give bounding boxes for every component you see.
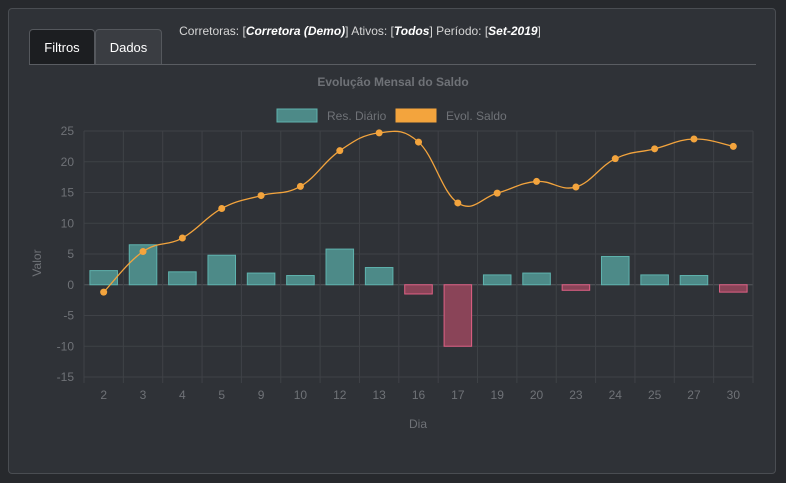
line-series [100, 129, 737, 296]
line-point [572, 183, 580, 191]
chart-title: Evolução Mensal do Saldo [317, 75, 468, 89]
x-tick-label: 19 [491, 388, 505, 402]
line-point [218, 204, 226, 212]
line-point [257, 192, 265, 200]
line-point [611, 155, 619, 163]
line-point [651, 145, 659, 153]
y-tick-label: -5 [63, 309, 74, 323]
bar [600, 255, 630, 286]
chart-grid [83, 130, 754, 383]
bar [443, 284, 473, 347]
bar [482, 274, 512, 286]
tab-dados[interactable]: Dados [95, 29, 162, 64]
line-point [454, 199, 462, 207]
x-tick-label: 17 [451, 388, 465, 402]
line-point [493, 189, 501, 197]
brokers-value: Corretora (Demo) [245, 24, 346, 38]
x-tick-label: 4 [179, 388, 186, 402]
legend-swatch-evol-saldo [395, 108, 437, 123]
y-tick-label: 0 [67, 278, 74, 292]
y-tick-label: -10 [57, 339, 75, 353]
line-point [336, 147, 344, 155]
line-point [690, 135, 698, 143]
saldo-chart: Evolução Mensal do Saldo Res. Diário Evol… [30, 75, 754, 431]
y-tick-label: 15 [61, 186, 75, 200]
x-tick-label: 16 [412, 388, 426, 402]
bar [640, 274, 669, 286]
bar [522, 272, 551, 286]
bar-series [89, 244, 748, 347]
chart-container: Evolução Mensal do Saldo Res. Diário Evol… [9, 69, 775, 439]
x-tick-label: 10 [294, 388, 308, 402]
assets-value: Todos [393, 24, 430, 38]
line-point [178, 234, 186, 242]
x-tick-label: 25 [648, 388, 662, 402]
line-point [296, 182, 304, 190]
y-tick-label: 5 [67, 247, 74, 261]
line-point [375, 129, 383, 137]
line-point [139, 248, 147, 256]
line-point [533, 177, 541, 185]
assets-label: Ativos: [348, 24, 391, 38]
period-label: Período: [432, 24, 485, 38]
x-tick-label: 5 [218, 388, 225, 402]
bar [246, 272, 276, 286]
bar [286, 275, 315, 286]
y-axis-label: Valor [30, 249, 44, 276]
line-point [729, 142, 737, 150]
bar [207, 254, 237, 286]
period-value: Set-2019 [488, 24, 538, 38]
tab-filtros[interactable]: Filtros [29, 29, 95, 64]
bar [168, 271, 197, 286]
x-tick-label: 2 [100, 388, 107, 402]
legend-label-evol-saldo: Evol. Saldo [446, 109, 507, 123]
x-axis-label: Dia [409, 417, 427, 431]
line-point [100, 288, 108, 296]
y-tick-label: 10 [61, 216, 75, 230]
x-tick-label: 13 [372, 388, 386, 402]
bar [89, 270, 118, 286]
x-tick-label: 30 [727, 388, 741, 402]
x-tick-label: 27 [687, 388, 701, 402]
bar [404, 284, 433, 295]
legend-label-res-diario: Res. Diário [327, 109, 387, 123]
brokers-label: Corretoras: [179, 24, 243, 38]
bar [719, 284, 748, 293]
bar [561, 284, 591, 291]
legend-swatch-res-diario [276, 108, 318, 123]
y-tick-label: -15 [57, 370, 75, 384]
main-panel: Corretoras: [Corretora (Demo)] Ativos: [… [8, 8, 776, 474]
bar [325, 248, 355, 286]
x-tick-label: 24 [609, 388, 623, 402]
y-tick-label: 25 [61, 124, 75, 138]
tab-divider [29, 64, 756, 65]
x-tick-label: 3 [140, 388, 147, 402]
x-tick-label: 9 [258, 388, 265, 402]
chart-legend: Res. Diário Evol. Saldo [276, 108, 507, 123]
y-tick-label: 20 [61, 155, 75, 169]
x-tick-label: 23 [569, 388, 583, 402]
x-tick-label: 12 [333, 388, 347, 402]
bar [679, 275, 709, 286]
x-tick-label: 20 [530, 388, 544, 402]
line-point [415, 138, 422, 146]
saldo-line [103, 130, 734, 293]
bar [364, 267, 394, 286]
